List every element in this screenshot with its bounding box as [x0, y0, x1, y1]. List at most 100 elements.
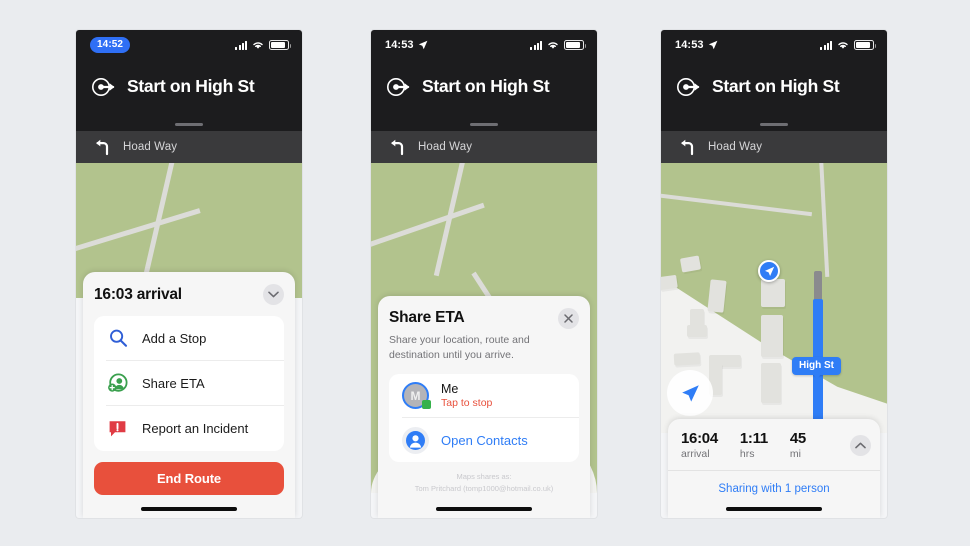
- home-indicator[interactable]: [436, 507, 532, 511]
- arrival-sheet: 16:03 arrival Add a Stop Share ETA Repor…: [83, 272, 295, 518]
- me-avatar: M: [402, 382, 431, 409]
- battery-icon: [854, 40, 876, 50]
- status-bar: 14:52: [76, 30, 302, 60]
- menu-item-add-a-stop[interactable]: Add a Stop: [106, 316, 284, 361]
- status-bar-right: [235, 40, 291, 50]
- next-step-banner[interactable]: Hoad Way: [661, 131, 887, 163]
- search-icon: [106, 327, 129, 350]
- eta-arrival-label: arrival: [681, 448, 710, 460]
- status-bar-left: 14:52: [90, 37, 131, 53]
- sharing-status-link[interactable]: Sharing with 1 person: [668, 470, 880, 495]
- eta-distance: 45 mi: [790, 430, 806, 460]
- menu-item-label: Share ETA: [142, 375, 205, 391]
- share-row-name: Me: [441, 381, 459, 396]
- cellular-bars-icon: [235, 40, 247, 50]
- navigation-header: Start on High St: [661, 60, 887, 131]
- location-arrow-icon: [708, 40, 718, 50]
- next-step-banner[interactable]: Hoad Way: [76, 131, 302, 163]
- next-step-label: Hoad Way: [418, 141, 473, 153]
- share-eta-icon: [106, 372, 129, 395]
- share-row-me[interactable]: M Me Tap to stop: [402, 374, 579, 418]
- drag-handle[interactable]: [760, 122, 788, 126]
- next-step-banner[interactable]: Hoad Way: [371, 131, 597, 163]
- close-icon[interactable]: [558, 307, 579, 329]
- navigation-title: Start on High St: [422, 76, 550, 97]
- share-eta-subtitle: Share your location, route and destinati…: [389, 333, 530, 361]
- sharing-badge-icon: [422, 400, 431, 409]
- navigation-header: Start on High St: [76, 60, 302, 131]
- next-step-label: Hoad Way: [708, 141, 763, 153]
- eta-duration: 1:11 hrs: [740, 430, 768, 460]
- map-road: [661, 193, 813, 217]
- navigation-title: Start on High St: [127, 76, 255, 97]
- battery-icon: [564, 40, 586, 50]
- navigation-puck-icon: [758, 260, 780, 282]
- share-row-text: Me Tap to stop: [441, 382, 492, 409]
- share-row-open-contacts[interactable]: Open Contacts: [402, 418, 579, 462]
- turn-left-icon: [391, 139, 404, 155]
- home-indicator[interactable]: [141, 507, 237, 511]
- status-bar-time: 14:53: [385, 39, 414, 51]
- map-road: [819, 163, 830, 277]
- wifi-icon: [838, 42, 848, 49]
- status-bar: 14:53: [661, 30, 887, 60]
- menu-item-report-an-incident[interactable]: Report an Incident: [106, 406, 284, 451]
- share-eta-title: Share ETA: [389, 309, 465, 327]
- turn-left-icon: [96, 139, 109, 155]
- eta-distance-label: mi: [789, 448, 801, 460]
- status-bar-left: 14:53: [385, 39, 428, 51]
- map-road: [76, 208, 201, 254]
- share-targets-card: M Me Tap to stop Open Contacts: [389, 374, 579, 462]
- start-route-icon: [92, 78, 115, 96]
- share-row-status: Tap to stop: [441, 397, 493, 410]
- wifi-icon: [253, 42, 263, 49]
- share-footer-line-1: Maps shares as:: [456, 472, 512, 481]
- drag-handle[interactable]: [470, 122, 498, 126]
- share-footer: Maps shares as: Tom Pritchard (tomp1000@…: [389, 471, 579, 495]
- navigation-title: Start on High St: [712, 76, 840, 97]
- arrival-time-title: 16:03 arrival: [94, 285, 182, 303]
- location-arrow-icon: [418, 40, 428, 50]
- street-label-high-st: High St: [792, 357, 841, 379]
- map-road: [371, 202, 485, 250]
- navigation-arrow-icon: [681, 384, 699, 402]
- eta-duration-value: 1:11: [739, 430, 768, 447]
- cellular-bars-icon: [530, 40, 542, 50]
- screenshot-stage: 14:52 Start on High St Hoad Way 16:03 ar…: [0, 0, 970, 546]
- chevron-up-icon[interactable]: [849, 434, 871, 456]
- turn-left-icon: [681, 139, 694, 155]
- actions-card: Add a Stop Share ETA Report an Incident: [94, 316, 284, 451]
- menu-item-label: Report an Incident: [142, 421, 249, 436]
- phone-mockup-2: 14:53 Start on High St Hoad Way Share ET…: [371, 30, 597, 518]
- eta-sheet: 16:04 arrival 1:11 hrs 45 mi Sharing wit…: [668, 419, 880, 518]
- chevron-down-icon[interactable]: [263, 284, 284, 305]
- share-footer-line-2: Tom Pritchard (tomp1000@hotmail.co.uk): [414, 484, 554, 493]
- status-bar: 14:53: [371, 30, 597, 60]
- wifi-icon: [548, 42, 558, 49]
- phone-mockup-3: 14:53 Start on High St Hoad Way High St …: [661, 30, 887, 518]
- avatar-initial: M: [410, 388, 421, 403]
- status-bar-right: [530, 40, 586, 50]
- destination-halo: [667, 370, 713, 416]
- navigation-header: Start on High St: [371, 60, 597, 131]
- eta-arrival-value: 16:04: [681, 430, 718, 447]
- menu-item-label: Add a Stop: [142, 330, 207, 346]
- start-route-icon: [677, 78, 700, 96]
- contacts-avatar: [402, 426, 429, 454]
- report-incident-icon: [106, 417, 129, 440]
- next-step-label: Hoad Way: [123, 141, 178, 153]
- eta-stats-row[interactable]: 16:04 arrival 1:11 hrs 45 mi: [668, 419, 880, 470]
- status-bar-right: [820, 40, 876, 50]
- status-bar-left: 14:53: [675, 39, 718, 51]
- share-eta-sheet: Share ETA Share your location, route and…: [378, 295, 590, 518]
- open-contacts-label: Open Contacts: [441, 432, 528, 448]
- map-view[interactable]: High St: [661, 163, 887, 433]
- cellular-bars-icon: [820, 40, 832, 50]
- status-bar-time: 14:52: [90, 37, 131, 53]
- phone-mockup-1: 14:52 Start on High St Hoad Way 16:03 ar…: [76, 30, 302, 518]
- end-route-button[interactable]: End Route: [94, 462, 284, 495]
- status-bar-time: 14:53: [675, 39, 704, 51]
- home-indicator[interactable]: [726, 507, 822, 511]
- drag-handle[interactable]: [175, 122, 203, 126]
- menu-item-share-eta[interactable]: Share ETA: [106, 361, 284, 406]
